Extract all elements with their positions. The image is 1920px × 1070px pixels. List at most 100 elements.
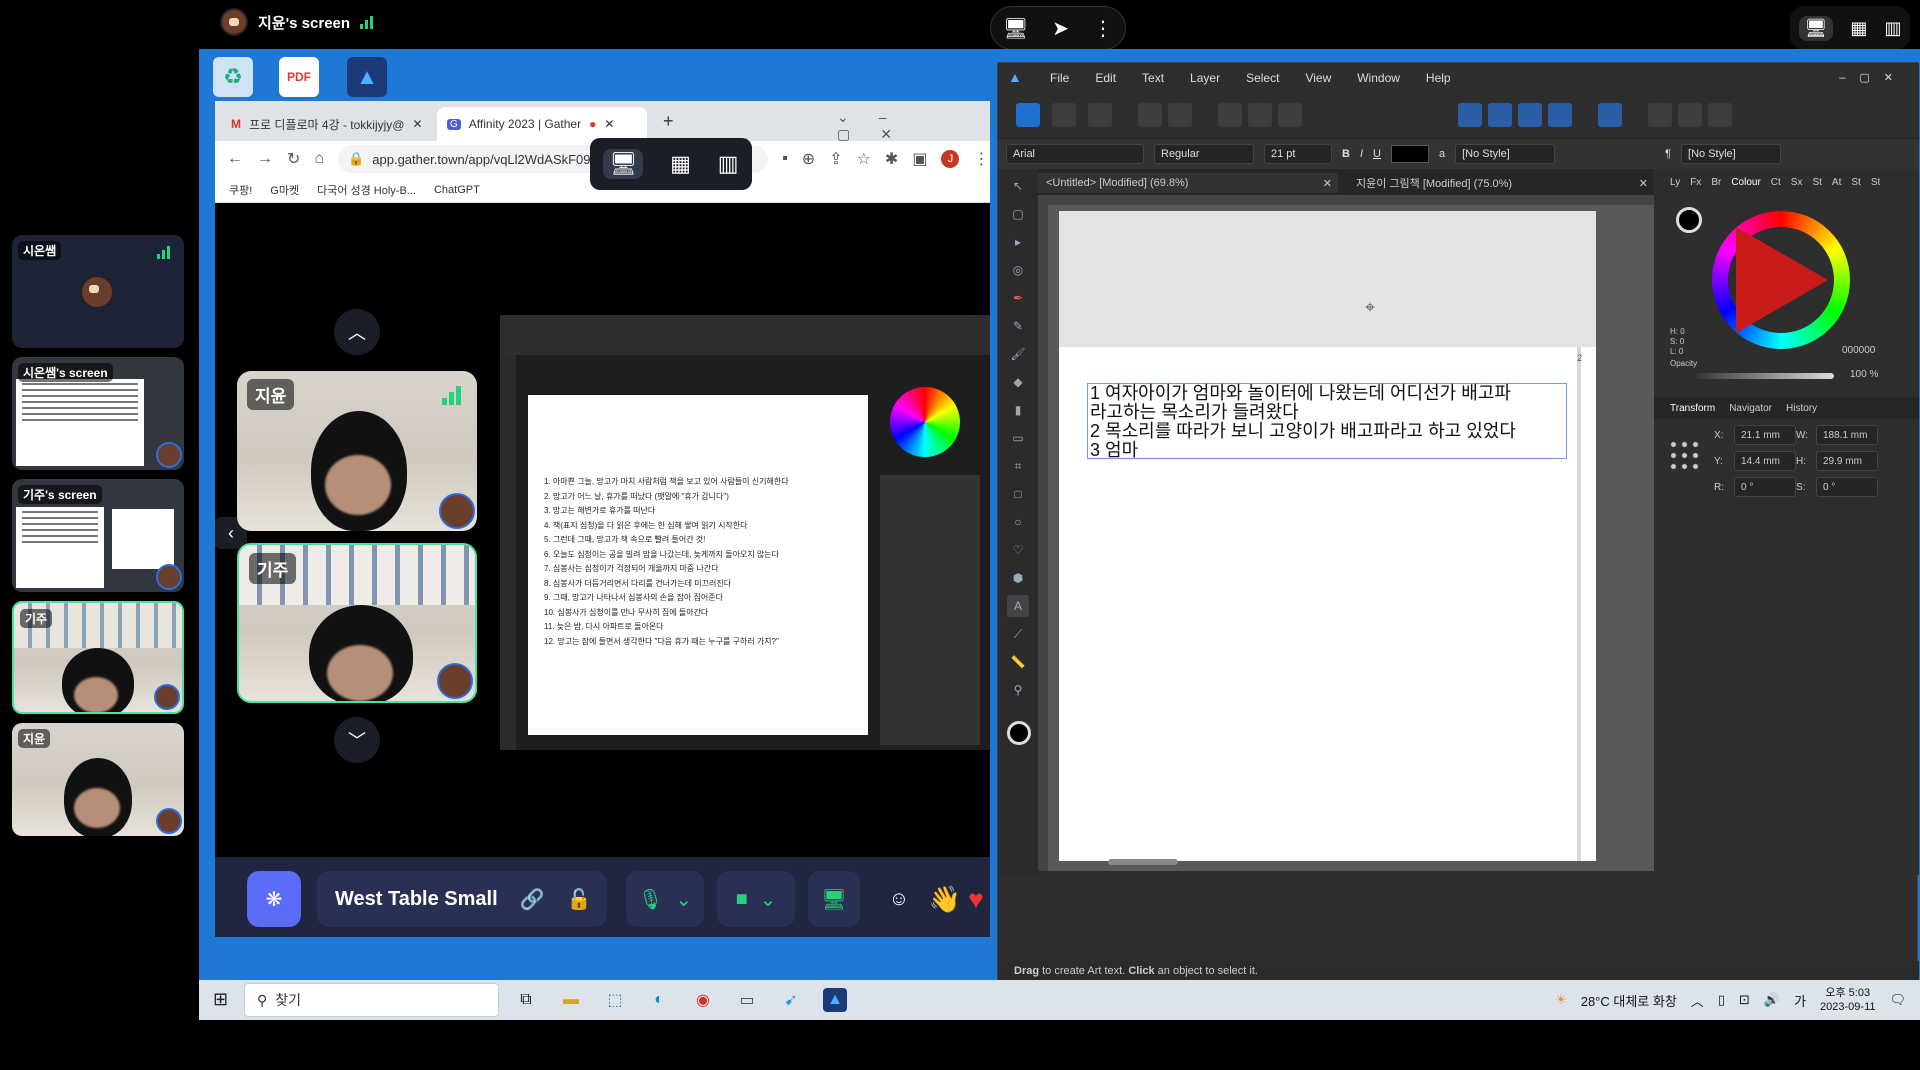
paragraph-icon[interactable]: ¶ [1665,148,1671,160]
recycle-bin-icon[interactable]: ♻ [213,57,253,97]
pen-tool-icon[interactable]: ✒ [1007,287,1029,309]
video-tile[interactable]: 기주 [237,543,477,703]
panel-tab-active[interactable]: Colour [1731,177,1760,188]
arrange-icon[interactable] [1518,103,1542,127]
profile-avatar[interactable]: J [941,150,960,168]
designer-persona-icon[interactable] [1016,103,1040,127]
participant-tile[interactable]: 지윤 [12,723,184,836]
panel-tab[interactable]: Br [1711,177,1721,188]
affinity-taskbar-icon[interactable]: ▲ [823,988,847,1012]
menu-item[interactable]: Window [1357,71,1400,85]
camera-button[interactable]: ■ ⌄ [717,871,795,927]
panel-tab-active[interactable]: Transform [1670,403,1715,414]
home-icon[interactable]: ⌂ [314,150,324,168]
artistic-text-tool-icon[interactable]: A [1007,595,1029,617]
shape-tool-icon[interactable]: ⬢ [1007,567,1029,589]
menu-item[interactable]: Text [1142,71,1164,85]
artboard[interactable]: 2 ⌖ 1 여자아이가 엄마와 놀이터에 나왔는데 어디선가 배고파 라고하는 … [1059,211,1596,861]
art-text-frame[interactable]: 1 여자아이가 엄마와 놀이터에 나왔는데 어디선가 배고파 라고하는 목소리가… [1087,383,1567,460]
bookmark-item[interactable]: G마켓 [270,182,299,198]
close-icon[interactable]: ✕ [1323,177,1332,190]
map-view-icon[interactable]: ▥ [718,151,739,177]
screen-share-tile[interactable]: 시온쌤's screen [12,357,184,470]
colour-triangle[interactable] [1736,227,1828,333]
emote-button[interactable]: ☺ [874,876,924,922]
bird-app-icon[interactable]: ➹ [779,988,803,1012]
file-explorer-icon[interactable]: ▬ [559,988,583,1012]
monitor-icon[interactable]: 🖥 [1003,16,1028,41]
panel-tab[interactable]: Ly [1670,177,1680,188]
battery-icon[interactable]: ▯ [1718,992,1725,1008]
boolean-icon[interactable] [1678,103,1702,127]
opacity-slider[interactable] [1694,373,1834,379]
clock[interactable]: 오후 5:03 2023-09-11 [1820,986,1875,1014]
extensions-icon[interactable]: ✱ [885,149,898,169]
microphone-button[interactable]: 🎙 ⌄ [626,871,704,927]
brush-tool-icon[interactable]: 🖌 [1007,343,1029,365]
ime-indicator[interactable]: 가 [1794,991,1806,1010]
measure-tool-icon[interactable]: 📏 [1007,651,1029,673]
node-tool-icon[interactable]: ▸ [1007,231,1029,253]
fill-stroke-swatch[interactable] [1007,721,1031,745]
window-controls[interactable]: –▢✕ [1839,71,1907,84]
edge-icon[interactable]: ◐ [647,988,671,1012]
chevron-up-icon[interactable]: ︿ [1691,991,1704,1010]
panel-tab[interactable]: St [1851,177,1860,188]
scroll-up-button[interactable]: ︿ [334,309,380,355]
character-style-select[interactable]: [No Style] [1455,144,1556,164]
browser-tab[interactable]: M 프로 디플로마 4강 - tokkijyjy@ ✕ [221,107,435,141]
screen-share-tile[interactable]: 기주's screen [12,479,184,592]
zoom-tool-icon[interactable]: ⚲ [1007,679,1029,701]
font-weight-select[interactable]: Regular [1154,144,1254,164]
gather-menu-button[interactable]: ❋ [247,871,301,927]
panel-tab[interactable]: Fx [1690,177,1701,188]
screenshare-button[interactable]: 🖥 [808,871,860,927]
screen-view-icon[interactable]: 🖥 [603,149,644,179]
x-field[interactable]: 21.1 mm [1734,425,1796,445]
horizontal-scrollbar[interactable] [1108,859,1178,865]
pdf-app-icon[interactable]: PDF [279,57,319,97]
pointer-icon[interactable]: ➤ [1052,16,1069,41]
fill-swatch[interactable] [1676,207,1702,233]
panel-tab[interactable]: Sx [1791,177,1803,188]
shear-field[interactable]: 0 ° [1816,477,1878,497]
close-icon[interactable]: ✕ [1639,177,1648,190]
store-icon[interactable]: ⬚ [603,988,627,1012]
star-icon[interactable]: ☆ [857,149,871,169]
notification-icon[interactable]: 🗨 [1889,992,1906,1008]
camera-icon[interactable]: ▪ [782,150,788,168]
close-icon[interactable]: ✕ [604,117,614,131]
bookmark-item[interactable]: 쿠팡! [229,182,252,198]
italic-icon[interactable]: I [1360,148,1363,160]
crop-tool-icon[interactable]: ⌗ [1007,455,1029,477]
participant-tile[interactable]: 기주 [12,601,184,714]
taskbar-search[interactable]: ⚲ 찾기 [244,983,499,1017]
more-icon[interactable]: ⋮ [1093,16,1113,41]
corner-tool-icon[interactable]: ◎ [1007,259,1029,281]
font-family-select[interactable]: Arial [1006,144,1144,164]
screen-view-icon[interactable]: 🖥 [1798,15,1834,41]
menu-item[interactable]: Edit [1095,71,1116,85]
pixel-persona-icon[interactable] [1052,103,1076,127]
close-icon[interactable]: ✕ [412,117,422,131]
transparency-tool-icon[interactable]: ▮ [1007,399,1029,421]
video-tile[interactable]: 지윤 [237,371,477,531]
windows-start-icon[interactable]: ⊞ [213,989,228,1010]
hex-value[interactable]: 000000 [1842,345,1875,356]
bold-icon[interactable]: B [1342,148,1350,160]
panel-tab[interactable]: Navigator [1729,403,1772,414]
paragraph-style-select[interactable]: [No Style] [1681,144,1782,164]
character-style-icon[interactable]: a [1439,148,1445,160]
grid-view-icon[interactable]: ▦ [670,151,691,177]
pencil-tool-icon[interactable]: ✎ [1007,315,1029,337]
flip-icon[interactable] [1458,103,1482,127]
fill-tool-icon[interactable]: ◆ [1007,371,1029,393]
panel-tab[interactable]: St [1812,177,1821,188]
menu-item[interactable]: Select [1246,71,1279,85]
h-field[interactable]: 29.9 mm [1816,451,1878,471]
menu-icon[interactable]: ⋮ [973,149,989,169]
document-tab[interactable]: <Untitled> [Modified] (69.8%) ✕ [1038,173,1338,193]
anchor-selector[interactable] [1668,439,1702,473]
align-icon[interactable] [1598,103,1622,127]
place-image-icon[interactable]: ▭ [1007,427,1029,449]
